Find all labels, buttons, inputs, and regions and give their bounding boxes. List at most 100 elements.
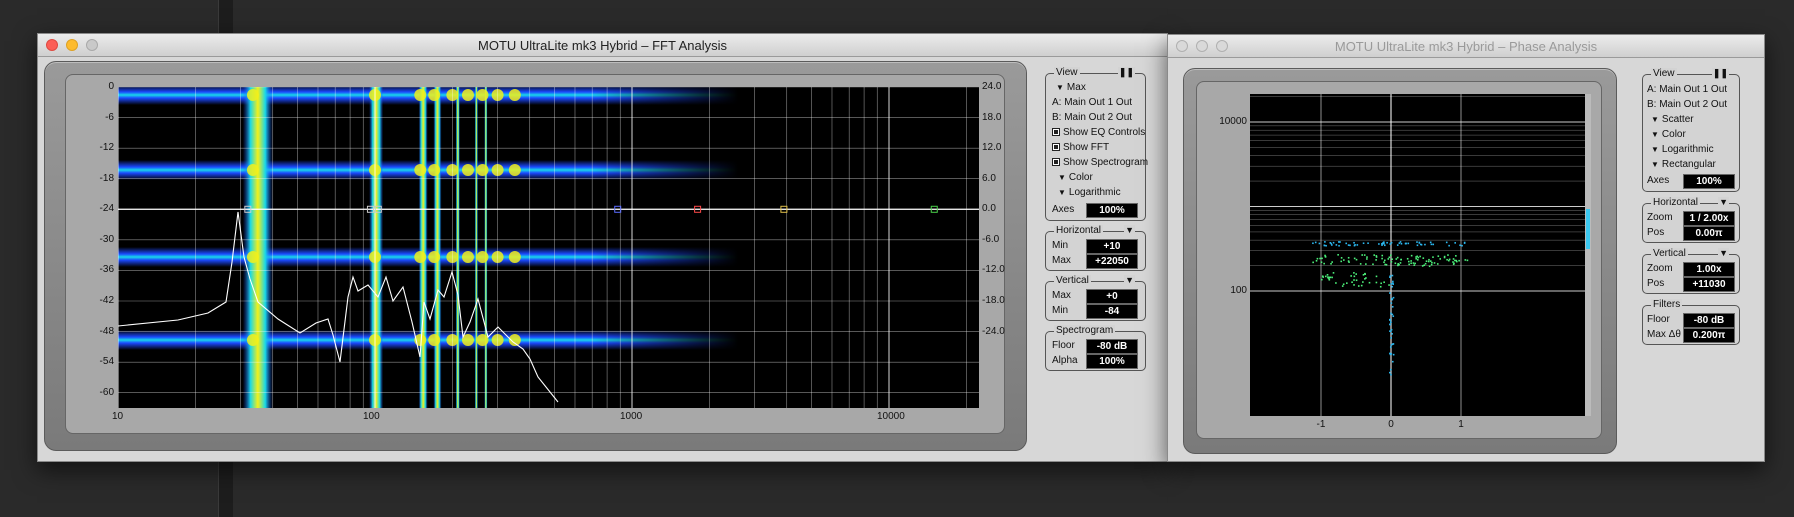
y-axis-right-label: 12.0 <box>982 142 1002 154</box>
scatter-dropdown[interactable]: ▼ Scatter <box>1651 114 1694 125</box>
fft-titlebar[interactable]: MOTU UltraLite mk3 Hybrid – FFT Analysis <box>38 34 1167 57</box>
dropdown-label: Color <box>1661 129 1686 140</box>
phase-point <box>1430 243 1433 246</box>
y-axis-label: -36 <box>99 264 114 276</box>
triangle-down-icon: ▼ <box>1056 83 1064 92</box>
phase-point <box>1331 276 1333 279</box>
show-fft-checkbox[interactable]: Show FFT <box>1052 142 1109 153</box>
phase-point <box>1389 330 1391 332</box>
phase-point <box>1330 262 1332 265</box>
min-label: Min <box>1052 305 1069 316</box>
phase-point <box>1389 353 1392 356</box>
y-axis-right-label: -12.0 <box>982 264 1005 276</box>
phase-point <box>1381 242 1383 245</box>
phase-point <box>1375 275 1378 278</box>
phase-point <box>1375 256 1378 258</box>
vertical-pos-field[interactable]: +11030 <box>1683 277 1735 292</box>
phase-point <box>1315 260 1318 262</box>
phase-point <box>1448 244 1450 247</box>
channel-b-label[interactable]: B: Main Out 2 Out <box>1647 99 1727 110</box>
color-dropdown[interactable]: ▼ Color <box>1651 129 1686 140</box>
phase-point <box>1380 282 1382 285</box>
triangle-down-icon[interactable]: ▼ <box>1124 225 1135 235</box>
phase-point <box>1432 256 1434 258</box>
phase-point <box>1389 346 1392 348</box>
show-eq-checkbox[interactable]: Show EQ Controls <box>1052 127 1145 138</box>
phase-point <box>1323 262 1325 265</box>
pause-icon[interactable]: ❚❚ <box>1711 68 1729 79</box>
phase-point <box>1383 261 1385 263</box>
phase-point <box>1410 260 1412 262</box>
vertical-zoom-field[interactable]: 1.00x <box>1683 262 1735 277</box>
horizontal-max-field[interactable]: +22050 <box>1086 254 1138 269</box>
phase-point <box>1392 283 1394 285</box>
vertical-max-field[interactable]: +0 <box>1086 289 1138 304</box>
scale-dropdown[interactable]: ▼ Logarithmic <box>1058 187 1121 198</box>
phase-point <box>1359 263 1362 265</box>
phase-point <box>1324 256 1327 258</box>
phase-point <box>1383 242 1385 245</box>
phase-point <box>1391 298 1394 301</box>
phase-vertical-group: Vertical ▼ Zoom 1.00x Pos +11030 <box>1642 248 1740 294</box>
phase-point <box>1355 273 1357 275</box>
max-label: Max <box>1052 255 1071 266</box>
fft-plot[interactable] <box>117 85 979 408</box>
horizontal-min-field[interactable]: +10 <box>1086 239 1138 254</box>
coords-dropdown[interactable]: ▼ Rectangular <box>1651 159 1716 170</box>
channel-a-label[interactable]: A: Main Out 1 Out <box>1647 84 1727 95</box>
phase-point <box>1347 256 1350 259</box>
scrollbar-thumb[interactable] <box>1586 209 1590 249</box>
phase-plot[interactable] <box>1250 94 1591 416</box>
floor-label: Floor <box>1052 340 1075 351</box>
phase-point <box>1383 281 1385 284</box>
filters-maxdelta-field[interactable]: 0.200π <box>1683 328 1735 343</box>
phase-point <box>1391 333 1393 335</box>
y-axis-right-label: -6.0 <box>982 233 1000 245</box>
phase-point <box>1459 244 1461 247</box>
phase-point <box>1385 263 1388 266</box>
scale-dropdown[interactable]: ▼ Logarithmic <box>1651 144 1714 155</box>
vertical-min-field[interactable]: -84 <box>1086 304 1138 319</box>
phase-point <box>1345 242 1348 245</box>
triangle-down-icon[interactable]: ▼ <box>1124 275 1135 285</box>
phase-point <box>1387 258 1390 260</box>
horizontal-zoom-field[interactable]: 1 / 2.00x <box>1683 211 1735 226</box>
y-axis-label: -48 <box>99 325 114 337</box>
phase-point <box>1421 265 1424 267</box>
y-axis-right-label: -24.0 <box>982 325 1005 337</box>
max-dropdown[interactable]: ▼ Max <box>1056 82 1086 93</box>
phase-point <box>1324 241 1326 243</box>
phase-point <box>1340 260 1343 263</box>
phase-titlebar[interactable]: MOTU UltraLite mk3 Hybrid – Phase Analys… <box>1168 35 1764 58</box>
phase-point <box>1321 275 1324 278</box>
triangle-down-icon[interactable]: ▼ <box>1718 248 1729 258</box>
phase-point <box>1391 305 1394 308</box>
y-axis-label: 0 <box>108 81 114 92</box>
show-spectrogram-checkbox[interactable]: Show Spectrogram <box>1052 157 1148 168</box>
axes-value-field[interactable]: 100% <box>1086 203 1138 218</box>
channel-b-label[interactable]: B: Main Out 2 Out <box>1052 112 1132 123</box>
axes-value-field[interactable]: 100% <box>1683 174 1735 189</box>
pause-icon[interactable]: ❚❚ <box>1117 67 1135 78</box>
phase-point <box>1400 258 1402 261</box>
triangle-down-icon[interactable]: ▼ <box>1718 197 1729 207</box>
horizontal-pos-field[interactable]: 0.00π <box>1683 226 1735 241</box>
phase-point <box>1383 241 1385 243</box>
dropdown-label: Scatter <box>1661 114 1694 125</box>
phase-point <box>1464 259 1467 261</box>
x-axis-label: 1 <box>1458 419 1464 430</box>
channel-a-label[interactable]: A: Main Out 1 Out <box>1052 97 1132 108</box>
phase-point <box>1416 258 1419 261</box>
phase-point <box>1389 371 1391 374</box>
filters-floor-field[interactable]: -80 dB <box>1683 313 1735 328</box>
phase-point <box>1446 258 1448 261</box>
phase-point <box>1312 261 1314 264</box>
color-dropdown[interactable]: ▼ Color <box>1058 172 1093 183</box>
scrollbar-track[interactable] <box>1585 94 1591 416</box>
phase-point <box>1319 257 1321 260</box>
group-title: Spectrogram <box>1054 325 1116 336</box>
axes-label: Axes <box>1052 204 1075 215</box>
spectrogram-floor-field[interactable]: -80 dB <box>1086 339 1138 354</box>
spectrogram-alpha-field[interactable]: 100% <box>1086 354 1138 369</box>
phase-point <box>1390 283 1393 285</box>
